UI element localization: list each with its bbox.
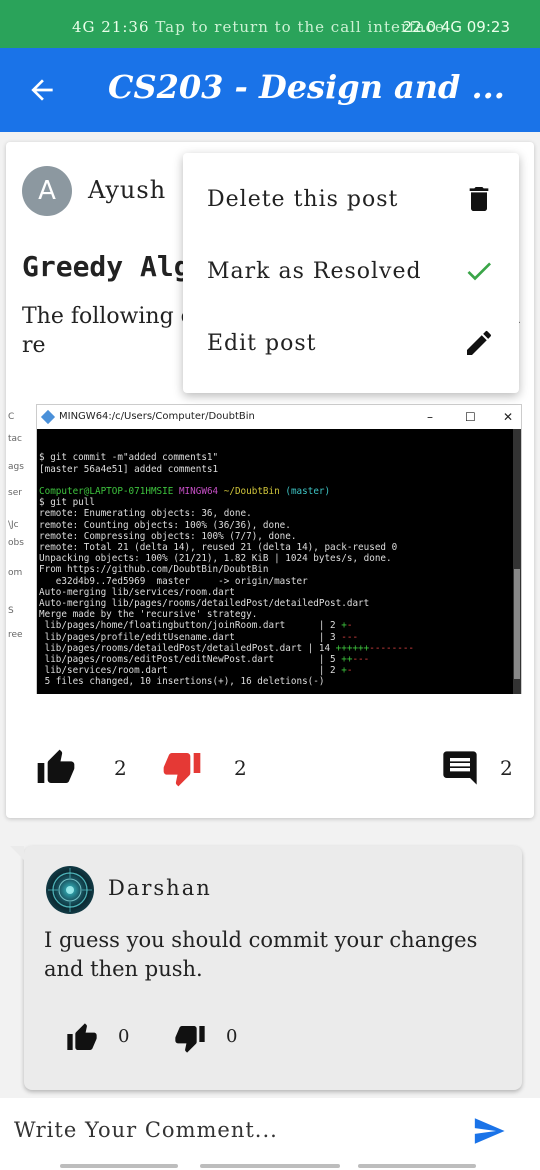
terminal-line: $ git commit -m"added comments1" [39, 452, 219, 464]
terminal-line: lib/services/room.dart | 2 +- [39, 665, 353, 677]
menu-item-edit[interactable]: Edit post [183, 297, 519, 369]
comment-input[interactable] [14, 1112, 454, 1148]
commenter-name: Darshan [108, 876, 212, 900]
terminal-line: [master 56a4e51] added comments1 [39, 463, 219, 475]
edge-label: S [8, 606, 14, 616]
terminal-line: lib/pages/rooms/detailedPost/detailedPos… [39, 642, 415, 654]
terminal-line: Auto-merging lib/services/room.dart [39, 586, 235, 598]
nav-gesture-bar [200, 1164, 340, 1168]
nav-gesture-bar [358, 1164, 476, 1168]
terminal-line: lib/pages/home/floatingbutton/joinRoom.d… [39, 620, 353, 632]
author-avatar[interactable]: A [22, 166, 72, 216]
terminal-line: remote: Counting objects: 100% (36/36), … [39, 519, 291, 531]
thumbs-up-icon[interactable] [36, 748, 76, 788]
terminal-line: remote: Total 21 (delta 14), reused 21 (… [39, 542, 398, 554]
comment-icon[interactable] [440, 748, 480, 788]
status-time: 4G 21:36 [72, 18, 150, 36]
terminal-line: 5 files changed, 10 insertions(+), 16 de… [39, 676, 325, 688]
dislike-count: 2 [234, 756, 247, 780]
comment-reactions: 0 0 [24, 1018, 522, 1058]
menu-item-label: Edit post [207, 331, 317, 356]
post-options-menu: Delete this post Mark as Resolved Edit p… [183, 153, 519, 393]
menu-item-delete[interactable]: Delete this post [183, 153, 519, 225]
page-title: CS203 - Design and ... [108, 68, 505, 106]
comment-card: Darshan I guess you should commit your c… [10, 846, 522, 1090]
app-bar: CS203 - Design and ... [0, 48, 540, 132]
comment-like-count: 0 [118, 1026, 130, 1047]
arrow-left-icon[interactable] [26, 74, 58, 106]
image-edge-labels: C tac ags ser \Jc obs om S ree [6, 404, 36, 694]
terminal-line: From https://github.com/DoubtBin/DoubtBi… [39, 564, 269, 576]
edge-label: \Jc [8, 520, 19, 530]
terminal-line: lib/pages/profile/editUsename.dart | 3 -… [39, 631, 359, 643]
comment-input-bar [0, 1098, 540, 1170]
edge-label: obs [8, 538, 24, 548]
terminal-scrollbar [513, 429, 521, 694]
menu-item-label: Mark as Resolved [207, 259, 422, 284]
post-reactions: 2 2 2 [6, 742, 534, 792]
thumbs-down-icon[interactable] [162, 748, 202, 788]
terminal-window: MINGW64:/c/Users/Computer/DoubtBin – ☐ ✕… [36, 404, 522, 694]
trash-icon [469, 187, 489, 211]
menu-item-label: Delete this post [207, 187, 399, 212]
comment-body: I guess you should commit your changes a… [44, 928, 478, 981]
terminal-line: $ git pull [39, 497, 95, 509]
terminal-line: Computer@LAPTOP-071HMSIE MINGW64 ~/Doubt… [39, 486, 331, 498]
post-author: Ayush [88, 176, 167, 204]
edge-label: om [8, 568, 23, 578]
edge-label: ser [8, 488, 22, 498]
close-icon: ✕ [503, 410, 514, 424]
pencil-icon [467, 330, 492, 355]
terminal-title: MINGW64:/c/Users/Computer/DoubtBin [59, 411, 255, 422]
terminal-line: e32d4b9..7ed5969 master -> origin/master [39, 575, 308, 587]
nav-gesture-bar [60, 1164, 178, 1168]
check-icon [467, 262, 491, 281]
terminal-line: remote: Enumerating objects: 36, done. [39, 508, 252, 520]
status-bar[interactable]: 4G 21:36 Tap to return to the call inter… [0, 0, 540, 48]
menu-item-resolve[interactable]: Mark as Resolved [183, 225, 519, 297]
comment-count: 2 [500, 756, 513, 780]
terminal-line: Unpacking objects: 100% (21/21), 1.82 Ki… [39, 553, 392, 565]
terminal-titlebar: MINGW64:/c/Users/Computer/DoubtBin – ☐ ✕ [37, 405, 521, 429]
edge-label: ags [8, 462, 24, 472]
minimize-icon: – [427, 410, 433, 424]
status-bar-right: 22.0 4G 09:23 [402, 18, 510, 36]
edge-label: C [8, 412, 15, 422]
edge-label: ree [8, 630, 23, 640]
git-icon [40, 409, 56, 425]
status-bar-left: 4G 21:36 Tap to return to the call inter… [72, 18, 451, 36]
post-image[interactable]: C tac ags ser \Jc obs om S ree MINGW64:/… [6, 404, 534, 694]
terminal-line: remote: Compressing objects: 100% (7/7),… [39, 530, 297, 542]
post-title: Greedy Algo [22, 250, 208, 283]
terminal-line: Merge made by the 'recursive' strategy. [39, 609, 258, 621]
comment-bubble-tail [10, 846, 24, 860]
terminal-line: Auto-merging lib/pages/rooms/detailedPos… [39, 598, 370, 610]
like-count: 2 [114, 756, 127, 780]
thumbs-up-icon[interactable] [66, 1022, 98, 1054]
maximize-icon: ☐ [465, 410, 476, 424]
send-icon[interactable] [470, 1114, 508, 1148]
edge-label: tac [8, 434, 22, 444]
avatar-pattern-icon [48, 868, 92, 912]
terminal-output: $ git commit -m"added comments1" [master … [37, 429, 521, 694]
commenter-avatar[interactable] [46, 866, 94, 914]
thumbs-down-icon[interactable] [174, 1022, 206, 1054]
comment-dislike-count: 0 [226, 1026, 238, 1047]
terminal-line: lib/pages/rooms/editPost/editNewPost.dar… [39, 654, 370, 666]
